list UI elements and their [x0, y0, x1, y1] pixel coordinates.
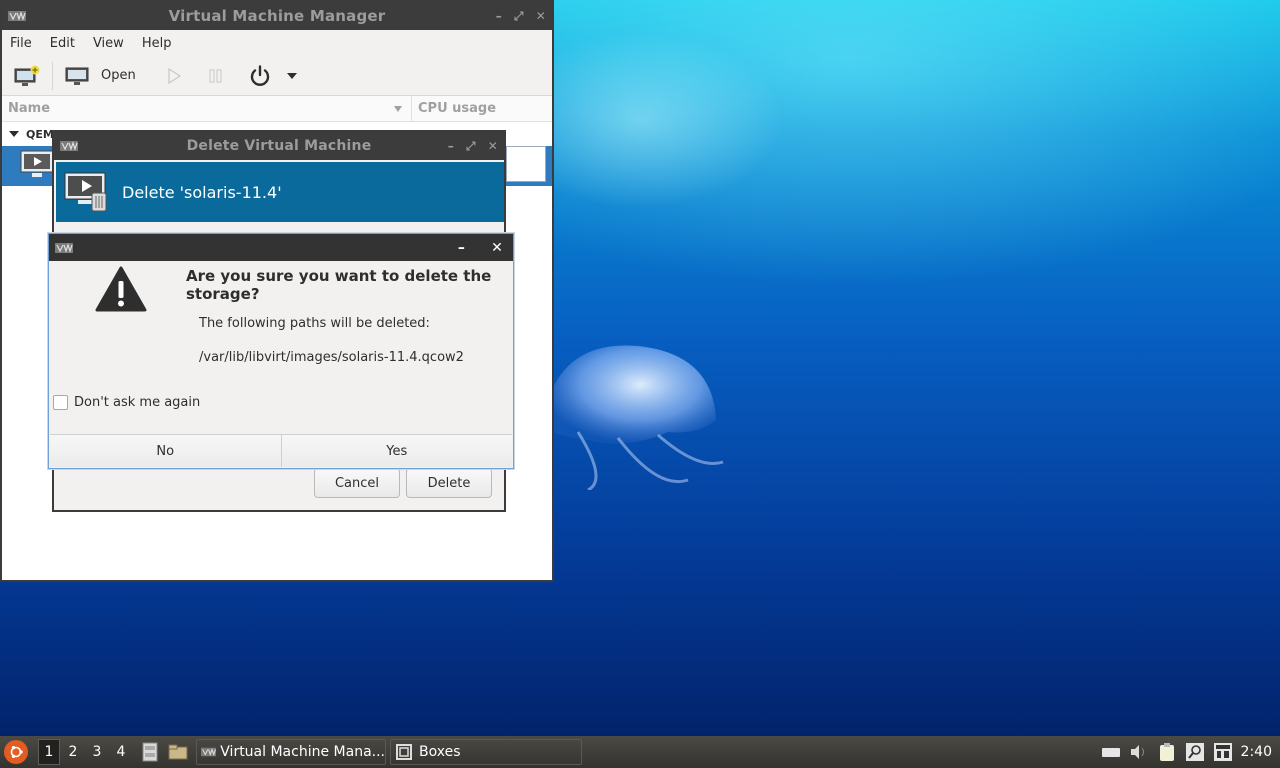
- pause-button[interactable]: [208, 60, 224, 92]
- clock[interactable]: 2:40: [1241, 744, 1272, 760]
- close-icon[interactable]: ✕: [536, 9, 546, 23]
- taskbar: 1 2 3 4 Virtual Machine Mana... Boxes 2:…: [0, 736, 1280, 768]
- expander-icon: [9, 131, 19, 137]
- delete-vm-icon: [64, 172, 107, 212]
- cancel-button[interactable]: Cancel: [314, 468, 400, 498]
- column-name[interactable]: Name: [2, 96, 412, 121]
- search-icon[interactable]: [1185, 742, 1205, 762]
- confirm-dialog-titlebar[interactable]: – ✕: [49, 234, 513, 261]
- column-name-label: Name: [8, 101, 51, 116]
- menu-file[interactable]: File: [10, 36, 32, 51]
- close-icon[interactable]: ✕: [491, 240, 503, 256]
- boxes-app-icon: [396, 744, 412, 760]
- open-label: Open: [101, 68, 136, 83]
- vmm-app-icon: [8, 11, 26, 21]
- warning-icon: [95, 266, 147, 312]
- start-menu-button[interactable]: [4, 740, 28, 764]
- storage-path: /var/lib/libvirt/images/solaris-11.4.qco…: [199, 350, 464, 365]
- jellyfish-decoration: [548, 345, 724, 490]
- connection-label: QEM: [26, 127, 54, 141]
- clipboard-icon[interactable]: [1157, 742, 1177, 762]
- calendar-icon[interactable]: [1213, 742, 1233, 762]
- volume-icon[interactable]: [1129, 744, 1149, 760]
- delete-banner: Delete 'solaris-11.4': [56, 162, 504, 222]
- workspace-1[interactable]: 1: [38, 739, 60, 765]
- sort-chevron-icon: [394, 105, 402, 112]
- shutdown-menu-button[interactable]: [286, 60, 298, 92]
- column-cpu[interactable]: CPU usage: [412, 96, 496, 121]
- minimize-icon[interactable]: –: [496, 9, 502, 23]
- workspace-2[interactable]: 2: [62, 739, 84, 765]
- toolbar: Open: [2, 56, 552, 96]
- yes-button[interactable]: Yes: [280, 435, 512, 467]
- monitor-icon: [65, 67, 89, 85]
- task-boxes-label: Boxes: [419, 744, 461, 760]
- delete-banner-title: Delete 'solaris-11.4': [122, 182, 282, 202]
- new-vm-icon: [14, 65, 40, 86]
- vm-list-header: Name CPU usage: [2, 96, 552, 122]
- dont-ask-checkbox[interactable]: [53, 395, 68, 410]
- menubar: File Edit View Help: [2, 30, 552, 56]
- shutdown-button[interactable]: [248, 60, 272, 92]
- menu-help[interactable]: Help: [142, 36, 172, 51]
- task-boxes[interactable]: Boxes: [390, 739, 582, 765]
- maximize-icon[interactable]: ⤢: [466, 139, 476, 154]
- file-cabinet-launcher-icon[interactable]: [140, 742, 160, 762]
- workspace-4[interactable]: 4: [110, 739, 132, 765]
- toolbar-separator: [52, 61, 53, 90]
- vmm-title: Virtual Machine Manager: [168, 7, 386, 25]
- confirm-message: The following paths will be deleted:: [199, 316, 430, 331]
- folder-launcher-icon[interactable]: [168, 742, 188, 762]
- power-icon: [250, 64, 269, 86]
- dont-ask-row[interactable]: Don't ask me again: [53, 395, 200, 410]
- keyboard-icon[interactable]: [1101, 745, 1121, 759]
- dont-ask-label[interactable]: Don't ask me again: [74, 395, 200, 410]
- workspace-3[interactable]: 3: [86, 739, 108, 765]
- menu-edit[interactable]: Edit: [50, 36, 75, 51]
- task-virtual-machine-manager[interactable]: Virtual Machine Mana...: [196, 739, 386, 765]
- delete-dialog-title: Delete Virtual Machine: [186, 138, 372, 154]
- maximize-icon[interactable]: ⤢: [514, 9, 524, 24]
- confirm-button-bar: No Yes: [50, 434, 512, 467]
- confirm-delete-storage-dialog: – ✕ Are you sure you want to delete the …: [48, 233, 514, 469]
- cpu-usage-graph: [506, 146, 546, 182]
- chevron-down-icon: [286, 72, 297, 79]
- vm-monitor-icon: [20, 150, 54, 177]
- menu-view[interactable]: View: [93, 36, 124, 51]
- new-vm-button[interactable]: [14, 60, 40, 92]
- vmm-app-icon: [60, 141, 78, 151]
- close-icon[interactable]: ✕: [488, 139, 498, 153]
- minimize-icon[interactable]: –: [458, 240, 465, 256]
- vmm-app-icon: [55, 243, 73, 253]
- vmm-app-icon: [201, 747, 217, 757]
- play-icon: [168, 67, 181, 84]
- delete-button[interactable]: Delete: [406, 468, 492, 498]
- vmm-titlebar[interactable]: Virtual Machine Manager – ⤢ ✕: [2, 2, 552, 30]
- confirm-heading: Are you sure you want to delete the stor…: [186, 267, 492, 303]
- open-button[interactable]: Open: [65, 60, 136, 92]
- system-tray: 2:40: [1101, 736, 1280, 768]
- run-button[interactable]: [166, 60, 182, 92]
- ubuntu-logo-icon: [10, 746, 23, 758]
- column-cpu-label: CPU usage: [418, 101, 497, 116]
- pause-icon: [209, 69, 222, 82]
- minimize-icon[interactable]: –: [448, 139, 454, 153]
- delete-dialog-titlebar[interactable]: Delete Virtual Machine – ⤢ ✕: [54, 132, 504, 160]
- task-vmm-label: Virtual Machine Mana...: [220, 744, 385, 760]
- no-button[interactable]: No: [50, 435, 281, 467]
